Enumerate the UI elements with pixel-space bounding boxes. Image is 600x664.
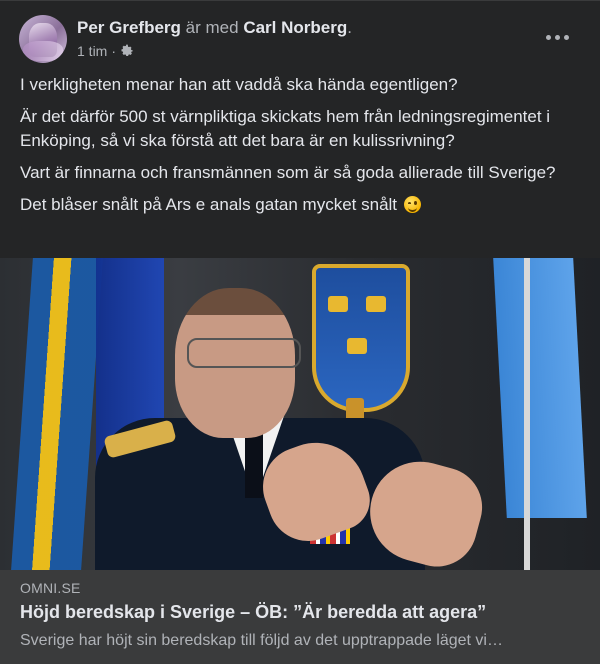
post-meta: 1 tim · — [77, 43, 134, 59]
link-description: Sverige har höjt sin beredskap till följ… — [20, 632, 503, 649]
author-name[interactable]: Per Grefberg — [77, 18, 181, 37]
avatar-background — [23, 41, 63, 61]
paragraph-text: Det blåser snålt på Ars e anals gatan my… — [20, 195, 398, 214]
paragraph: Är det därför 500 st värnpliktiga skicka… — [20, 107, 551, 150]
paragraph-last: Det blåser snålt på Ars e anals gatan my… — [20, 193, 584, 217]
link-preview-card[interactable]: OMNI.SE Höjd beredskap i Sverige – ÖB: ”… — [0, 570, 600, 664]
winking-face-emoji — [403, 196, 421, 213]
dot — [554, 34, 560, 40]
tie — [245, 428, 263, 498]
link-domain: OMNI.SE — [20, 580, 81, 596]
feed-post: Per Grefberg är med Carl Norberg. 1 tim … — [0, 0, 600, 664]
link-title: Höjd beredskap i Sverige – ÖB: ”Är bered… — [20, 602, 487, 622]
dot — [545, 34, 551, 40]
link-preview-image[interactable] — [0, 258, 600, 570]
meta-separator: · — [111, 43, 117, 59]
glasses — [187, 338, 301, 368]
with-text: är med — [185, 18, 239, 37]
dot — [563, 34, 569, 40]
paragraph: I verkligheten menar han att vaddå ska h… — [20, 75, 458, 94]
tagged-name[interactable]: Carl Norberg — [243, 18, 347, 37]
post-header: Per Grefberg är med Carl Norberg. 1 tim … — [19, 13, 584, 69]
author-line: Per Grefberg är med Carl Norberg. — [77, 17, 352, 39]
period: . — [347, 18, 352, 37]
un-flag — [493, 258, 587, 518]
more-options-icon[interactable] — [542, 27, 572, 47]
timestamp[interactable]: 1 tim — [77, 43, 107, 59]
swedish-flag — [11, 258, 103, 570]
avatar[interactable] — [19, 15, 67, 63]
gear-icon[interactable] — [120, 44, 134, 58]
general-figure — [95, 278, 492, 570]
post-text: I verkligheten menar han att vaddå ska h… — [20, 73, 584, 225]
paragraph: Vart är finnarna och fransmännen som är … — [20, 163, 556, 182]
flag-pole — [524, 258, 530, 570]
